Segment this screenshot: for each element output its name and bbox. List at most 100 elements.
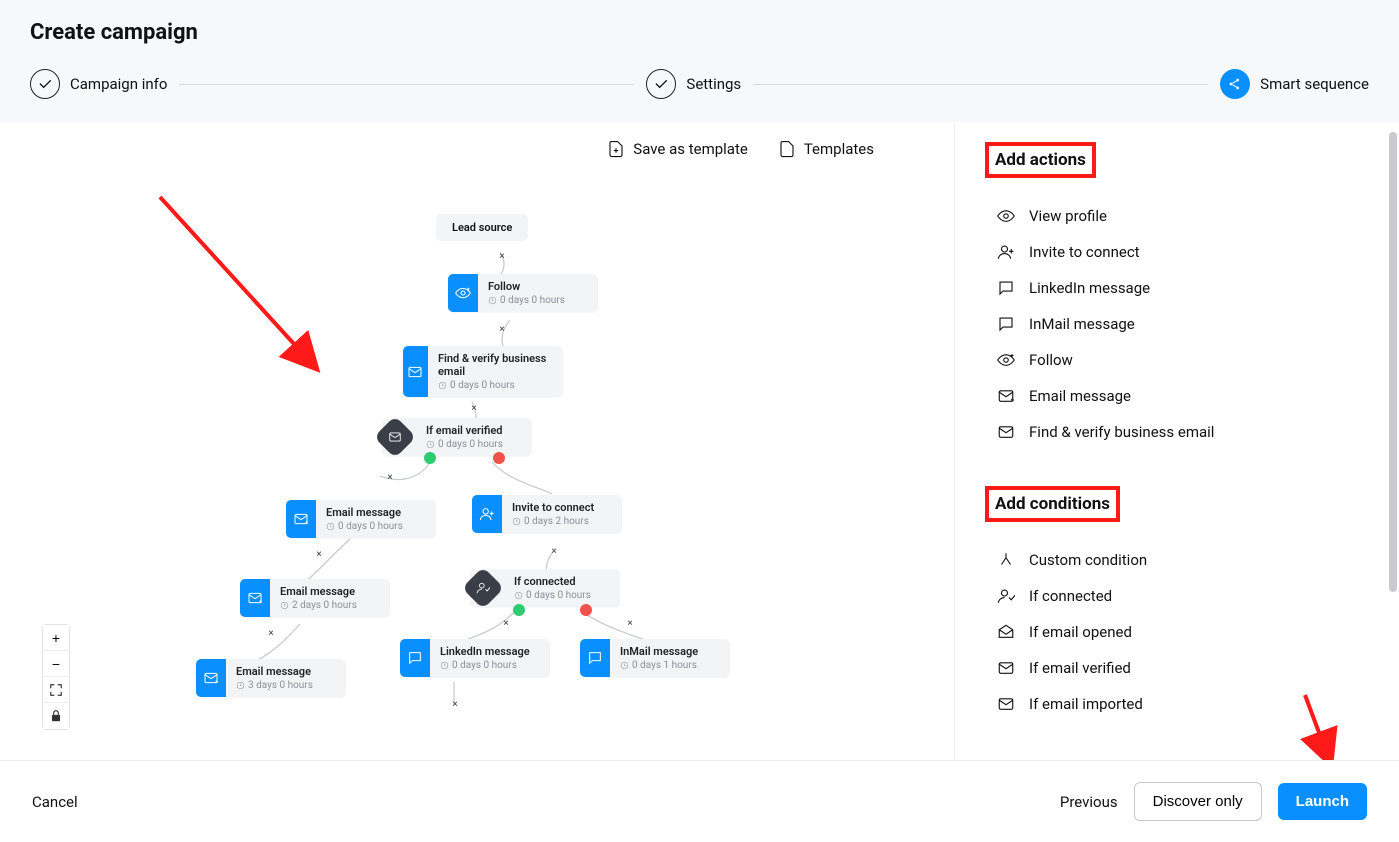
node-email-message-2[interactable]: Email message 2 days 0 hours	[240, 579, 390, 617]
condition-if-email-imported[interactable]: If email imported	[997, 686, 1369, 722]
person-add-icon	[472, 495, 502, 533]
header-area: Create campaign Campaign info Settings S…	[0, 0, 1399, 122]
node-follow[interactable]: Follow 0 days 0 hours	[448, 274, 598, 312]
step-campaign-info[interactable]: Campaign info	[30, 69, 167, 99]
annotation-highlight: Add actions	[985, 142, 1096, 178]
node-title: Find & verify business email	[438, 352, 553, 378]
step-settings[interactable]: Settings	[646, 69, 741, 99]
launch-button[interactable]: Launch	[1278, 783, 1367, 820]
delete-edge-icon[interactable]: ×	[469, 404, 479, 414]
branch-false-icon	[580, 604, 592, 616]
condition-custom[interactable]: Custom condition	[997, 542, 1369, 578]
step-label: Campaign info	[70, 75, 167, 93]
label: If email opened	[1029, 623, 1132, 641]
chat-icon	[997, 279, 1015, 297]
chat-icon	[400, 639, 430, 677]
node-time: 0 days 0 hours	[326, 521, 403, 532]
mail-out-icon	[240, 579, 270, 617]
label: If email verified	[1029, 659, 1131, 677]
mail-icon	[997, 695, 1015, 713]
step-label: Settings	[686, 75, 741, 93]
delete-edge-icon[interactable]: ×	[501, 619, 511, 629]
eye-plus-icon	[448, 274, 478, 312]
delete-edge-icon[interactable]: ×	[450, 700, 460, 710]
person-check-icon	[462, 567, 504, 609]
node-time: 0 days 1 hours	[620, 660, 698, 671]
discover-only-button[interactable]: Discover only	[1134, 782, 1262, 821]
node-time: 2 days 0 hours	[280, 600, 357, 611]
node-title: Email message	[326, 506, 403, 519]
save-as-template-button[interactable]: Save as template	[607, 140, 748, 158]
node-if-connected[interactable]: If connected 0 days 0 hours	[470, 569, 620, 607]
step-smart-sequence[interactable]: Smart sequence	[1220, 69, 1369, 99]
mail-icon	[374, 416, 416, 458]
node-time: 0 days 0 hours	[438, 380, 553, 391]
condition-if-connected[interactable]: If connected	[997, 578, 1369, 614]
node-inmail-message[interactable]: InMail message 0 days 1 hours	[580, 639, 730, 677]
zoom-in-button[interactable]: +	[43, 625, 69, 651]
add-actions-title: Add actions	[995, 150, 1086, 170]
node-time: 0 days 0 hours	[514, 590, 591, 601]
branch-true-icon	[513, 604, 525, 616]
add-conditions-title: Add conditions	[995, 494, 1110, 514]
condition-if-email-opened[interactable]: If email opened	[997, 614, 1369, 650]
delete-edge-icon[interactable]: ×	[497, 252, 507, 262]
delete-edge-icon[interactable]: ×	[497, 325, 507, 335]
previous-button[interactable]: Previous	[1060, 793, 1118, 811]
scrollbar[interactable]	[1389, 132, 1397, 592]
node-email-message-3[interactable]: Email message 3 days 0 hours	[196, 659, 346, 697]
node-time: 0 days 0 hours	[426, 439, 503, 450]
delete-edge-icon[interactable]: ×	[549, 547, 559, 557]
footer: Cancel Previous Discover only Launch	[0, 760, 1399, 842]
action-email-message[interactable]: Email message	[997, 378, 1369, 414]
node-linkedin-message[interactable]: LinkedIn message 0 days 0 hours	[400, 639, 550, 677]
node-find-verify-email[interactable]: Find & verify business email 0 days 0 ho…	[403, 346, 563, 397]
delete-edge-icon[interactable]: ×	[314, 550, 324, 560]
step-line	[753, 84, 1208, 85]
node-if-email-verified[interactable]: If email verified 0 days 0 hours	[382, 418, 532, 456]
node-title: Email message	[236, 665, 313, 678]
action-view-profile[interactable]: View profile	[997, 198, 1369, 234]
action-follow[interactable]: Follow	[997, 342, 1369, 378]
annotation-highlight: Add conditions	[985, 486, 1120, 522]
action-find-verify-email[interactable]: Find & verify business email	[997, 414, 1369, 450]
delete-edge-icon[interactable]: ×	[385, 473, 395, 483]
zoom-out-button[interactable]: −	[43, 651, 69, 677]
page-title: Create campaign	[30, 20, 1369, 45]
fit-screen-button[interactable]	[43, 677, 69, 703]
sequence-canvas[interactable]: Save as template Templates	[0, 122, 954, 760]
branch-false-icon	[493, 452, 505, 464]
mail-icon	[403, 346, 428, 397]
chat-icon	[997, 315, 1015, 333]
lock-button[interactable]	[43, 703, 69, 729]
chat-icon	[580, 639, 610, 677]
action-linkedin-message[interactable]: LinkedIn message	[997, 270, 1369, 306]
save-template-label: Save as template	[633, 140, 748, 158]
label: Invite to connect	[1029, 243, 1140, 261]
condition-if-email-verified[interactable]: If email verified	[997, 650, 1369, 686]
mail-out-icon	[997, 387, 1015, 405]
templates-button[interactable]: Templates	[778, 140, 874, 158]
sidebar: Add actions View profile Invite to conne…	[954, 122, 1399, 760]
node-title: LinkedIn message	[440, 645, 530, 658]
node-lead-source[interactable]: Lead source	[436, 214, 528, 241]
person-add-icon	[997, 243, 1015, 261]
templates-label: Templates	[804, 140, 874, 158]
node-invite-connect[interactable]: Invite to connect 0 days 2 hours	[472, 495, 622, 533]
node-email-message-1[interactable]: Email message 0 days 0 hours	[286, 500, 436, 538]
node-title: Follow	[488, 280, 565, 293]
delete-edge-icon[interactable]: ×	[625, 619, 635, 629]
mail-icon	[997, 659, 1015, 677]
action-invite-connect[interactable]: Invite to connect	[997, 234, 1369, 270]
delete-edge-icon[interactable]: ×	[266, 629, 276, 639]
label: If email imported	[1029, 695, 1143, 713]
check-icon	[30, 69, 60, 99]
label: InMail message	[1029, 315, 1135, 333]
cancel-button[interactable]: Cancel	[32, 793, 78, 811]
action-inmail-message[interactable]: InMail message	[997, 306, 1369, 342]
person-check-icon	[997, 587, 1015, 605]
branch-true-icon	[424, 452, 436, 464]
node-title: If connected	[514, 575, 591, 588]
mail-out-icon	[196, 659, 226, 697]
label: View profile	[1029, 207, 1107, 225]
